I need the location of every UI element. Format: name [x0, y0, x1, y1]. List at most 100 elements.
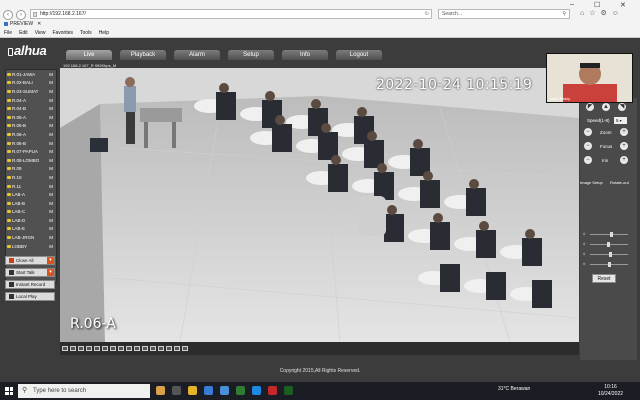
channel-item[interactable]: R.05-B M [6, 122, 56, 131]
settings-icon[interactable] [166, 346, 172, 351]
slider-knob[interactable] [608, 262, 611, 267]
maximize-icon[interactable]: ☐ [594, 1, 600, 9]
image-setup-label[interactable]: Image Setup [580, 180, 603, 185]
tab-logout[interactable]: Logout [336, 50, 382, 60]
audio-icon[interactable] [126, 346, 132, 351]
reset-button[interactable]: Reset [592, 274, 616, 283]
zoom-icon[interactable] [134, 346, 140, 351]
close-tab-icon[interactable]: ✕ [37, 21, 41, 27]
speed-select[interactable]: 5 ▾ [614, 117, 627, 124]
search-icon[interactable]: ⚲ [562, 10, 566, 19]
split-1-icon[interactable] [62, 346, 68, 351]
weather[interactable]: 31°C Berawan [498, 386, 530, 392]
contrast-slider[interactable] [590, 242, 628, 247]
mail-icon[interactable] [220, 386, 229, 395]
channel-item[interactable]: LAB-C M [6, 208, 56, 217]
clock[interactable]: 10:16 10/24/2022 [598, 384, 623, 398]
tab-playback[interactable]: Playback [120, 50, 166, 60]
windows-start-icon[interactable] [5, 387, 13, 395]
menu-help[interactable]: Help [99, 30, 109, 36]
smiley-icon[interactable]: ☺ [612, 10, 624, 17]
split-4-icon[interactable] [70, 346, 76, 351]
color-icon[interactable] [142, 346, 148, 351]
ptz-icon[interactable] [150, 346, 156, 351]
edge-icon[interactable] [252, 386, 261, 395]
close-window-icon[interactable]: ✕ [620, 1, 626, 9]
iris-close-icon[interactable]: − [584, 156, 592, 164]
rotate-out-label[interactable]: Rotate-out [610, 180, 629, 185]
start-talk-button[interactable]: Start Talk ▾ [5, 268, 55, 277]
chevron-down-icon[interactable]: ▾ [47, 269, 54, 276]
channel-item[interactable]: R.04-B M [6, 104, 56, 113]
channel-item[interactable]: R.06-B M [6, 139, 56, 148]
address-bar[interactable]: http://192.168.2.167/ ↻ [30, 9, 432, 19]
tab-alarm[interactable]: Alarm [174, 50, 220, 60]
channel-item[interactable]: LAB-B M [6, 199, 56, 208]
menu-tools[interactable]: Tools [80, 30, 92, 36]
minimize-icon[interactable]: – [570, 1, 574, 8]
channel-item[interactable]: R.11 M [6, 182, 56, 191]
excel-icon[interactable] [284, 386, 293, 395]
focus-out-icon[interactable]: − [584, 142, 592, 150]
ptz-up-right-icon[interactable]: ◥ [618, 103, 626, 111]
saturation-slider[interactable] [590, 252, 628, 257]
store-icon[interactable] [204, 386, 213, 395]
hue-slider[interactable] [590, 262, 628, 267]
record-icon[interactable] [118, 346, 124, 351]
menu-file[interactable]: File [4, 30, 12, 36]
next-icon[interactable] [182, 346, 188, 351]
zoom-in-icon[interactable]: + [620, 128, 628, 136]
slider-knob[interactable] [609, 232, 613, 237]
file-explorer-icon[interactable] [188, 386, 197, 395]
local-play-button[interactable]: Local Play [5, 292, 55, 301]
split-9-icon[interactable] [78, 346, 84, 351]
browser-search-input[interactable]: Search... ⚲ [438, 9, 570, 19]
brightness-slider[interactable] [590, 232, 628, 237]
menu-view[interactable]: View [35, 30, 46, 36]
pip-video[interactable]: Umar Bakry [546, 53, 633, 103]
tab-setup[interactable]: Setup [228, 50, 274, 60]
slider-knob[interactable] [607, 242, 611, 247]
home-icon[interactable]: ⌂ [580, 10, 589, 17]
ptz-up-left-icon[interactable]: ◤ [586, 103, 594, 111]
chrome-icon[interactable] [236, 386, 245, 395]
channel-item[interactable]: R.01-JAWA M [6, 70, 56, 79]
channel-item[interactable]: R.08-LOMBO M [6, 156, 56, 165]
split-16-icon[interactable] [86, 346, 92, 351]
focus-in-icon[interactable]: + [620, 142, 628, 150]
app-icon[interactable] [268, 386, 277, 395]
menu-favorites[interactable]: Favorites [52, 30, 73, 36]
channel-item[interactable]: LAB-JRGN M [6, 233, 56, 242]
chevron-down-icon[interactable]: ▾ [47, 257, 54, 264]
ptz-up-icon[interactable]: ▲ [602, 103, 610, 111]
channel-item[interactable]: LAB-A M [6, 190, 56, 199]
refresh-icon[interactable]: ↻ [425, 10, 429, 19]
channel-item[interactable]: LOBBY M [6, 242, 56, 251]
channel-item[interactable]: LAB-E M [6, 225, 56, 234]
zoom-out-icon[interactable]: − [584, 128, 592, 136]
close-all-button[interactable]: Close All ▾ [5, 256, 55, 265]
instant-record-button[interactable]: Instant Record [5, 280, 55, 289]
menu-edit[interactable]: Edit [19, 30, 28, 36]
channel-item[interactable]: R.10 M [6, 173, 56, 182]
snapshot-icon[interactable] [110, 346, 116, 351]
channel-item[interactable]: R.09 M [6, 165, 56, 174]
browser-tab[interactable]: PREVIEW [4, 21, 33, 27]
favorites-icon[interactable]: ☆ [589, 10, 600, 17]
channel-item[interactable]: R.04-A M [6, 96, 56, 105]
fullscreen-icon[interactable] [94, 346, 100, 351]
tab-live[interactable]: Live [66, 50, 112, 60]
tab-info[interactable]: Info [282, 50, 328, 60]
close-video-icon[interactable] [158, 346, 164, 351]
channel-item[interactable]: R.06-A M [6, 130, 56, 139]
task-view-icon[interactable] [172, 386, 181, 395]
channel-item[interactable]: R.03-SUMAT M [6, 87, 56, 96]
channel-item[interactable]: LAB-D M [6, 216, 56, 225]
iris-open-icon[interactable]: + [620, 156, 628, 164]
forward-icon[interactable]: › [16, 9, 26, 20]
live-video[interactable]: 2022-10-24 10:15:19 R.06-A [60, 68, 579, 342]
gear-icon[interactable]: ⚙ [601, 10, 612, 17]
taskbar-search-input[interactable]: ⚲ Type here to search [18, 384, 150, 398]
fit-icon[interactable] [102, 346, 108, 351]
back-icon[interactable]: ‹ [3, 9, 13, 20]
